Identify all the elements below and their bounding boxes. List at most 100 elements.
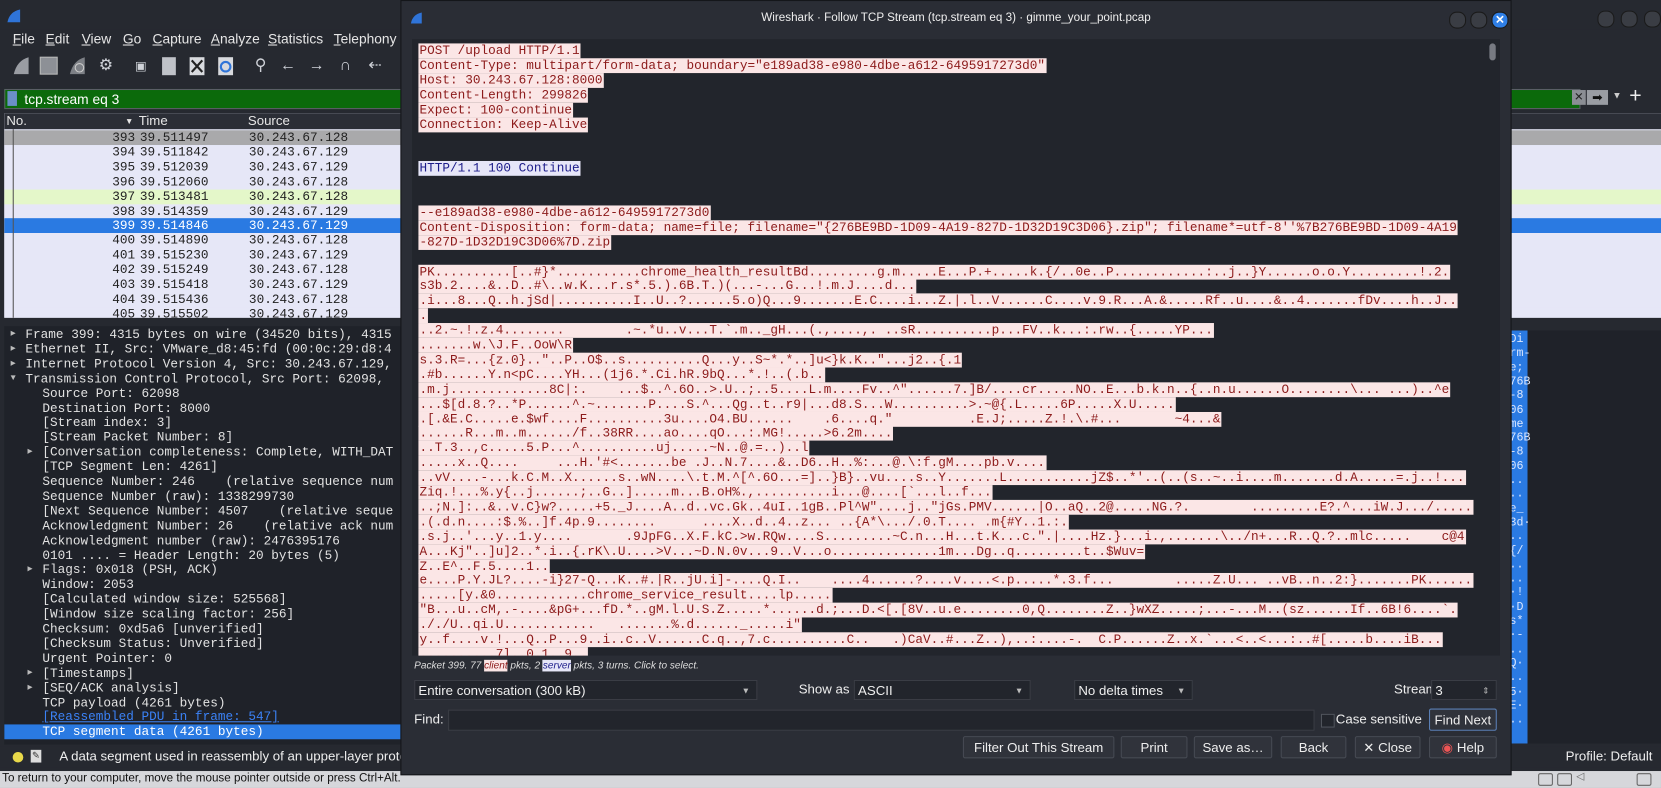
first-packet-icon[interactable]: ⇠: [364, 55, 385, 76]
column-no[interactable]: No.: [6, 113, 27, 129]
find-next-button[interactable]: Find Next: [1428, 708, 1497, 731]
packet-source: 30.243.67.128: [248, 292, 349, 308]
case-sensitive-label[interactable]: Case sensitive: [1336, 712, 1422, 727]
delta-times-select[interactable]: No delta times ▼: [1074, 679, 1193, 701]
expanded-arrow-icon[interactable]: ▼: [11, 371, 16, 386]
menu-statistics[interactable]: Statistics: [268, 31, 323, 47]
bookmark-icon[interactable]: [7, 91, 17, 106]
dialog-titlebar[interactable]: Wireshark · Follow TCP Stream (tcp.strea…: [401, 1, 1510, 37]
filter-history-chevron-icon[interactable]: ▼: [1612, 90, 1621, 101]
menu-analyze[interactable]: Analyze: [211, 31, 260, 47]
close-file-icon[interactable]: [186, 55, 207, 76]
menu-file[interactable]: File: [13, 31, 35, 47]
menu-capture[interactable]: Capture: [153, 31, 202, 47]
add-filter-button-icon[interactable]: +: [1629, 85, 1641, 109]
profile-indicator[interactable]: Profile: Default: [1566, 749, 1653, 764]
find-packet-icon[interactable]: ⚲: [250, 55, 271, 76]
packet-no: 400: [112, 233, 136, 249]
packet-no: 394: [112, 144, 136, 160]
column-time[interactable]: Time: [139, 113, 168, 129]
conversation-select[interactable]: Entire conversation (300 kB) ▼: [414, 679, 758, 701]
main-close-button[interactable]: [1644, 10, 1661, 28]
packet-time: 39.514359: [139, 203, 209, 219]
collapsed-arrow-icon[interactable]: ▶: [11, 342, 16, 357]
collapsed-arrow-icon[interactable]: ▶: [28, 445, 33, 460]
collapsed-arrow-icon[interactable]: ▶: [11, 327, 16, 342]
packet-info-label[interactable]: Packet 399. 77 client pkts, 2 server pkt…: [414, 659, 699, 672]
collapsed-arrow-icon[interactable]: ▶: [28, 666, 33, 681]
stream-text: --e189ad38-e980-4dbe-a612-6495917273d0: [418, 205, 711, 221]
menu-edit[interactable]: Edit: [46, 31, 70, 47]
expert-info-icon[interactable]: [12, 751, 24, 763]
stream-text: ..2.~.!.z.4........ .~.*u..v...T.`.m.._g…: [418, 323, 1214, 338]
column-source[interactable]: Source: [248, 113, 290, 129]
screen: File Edit View Go Capture Analyze Statis…: [0, 0, 1661, 788]
collapsed-arrow-icon[interactable]: ▶: [28, 681, 33, 696]
close-button[interactable]: ✕ Close: [1354, 736, 1421, 759]
filter-out-stream-button[interactable]: Filter Out This Stream: [962, 736, 1115, 759]
stream-number-spinbox[interactable]: 3 ⇕: [1431, 679, 1497, 701]
back-button[interactable]: Back: [1280, 736, 1347, 759]
packet-time: 39.512039: [139, 159, 209, 175]
help-label: Help: [1456, 740, 1485, 756]
stream-content[interactable]: POST /upload HTTP/1.1 Content-Type: multi…: [412, 39, 1500, 656]
stream-text: .: [418, 308, 429, 324]
save-as-button[interactable]: Save as…: [1193, 736, 1273, 759]
packet-info-prefix: Packet 399. 77: [414, 659, 485, 672]
save-file-icon[interactable]: [158, 55, 179, 76]
go-back-icon[interactable]: ←: [278, 55, 299, 76]
show-as-select[interactable]: ASCII ▼: [853, 679, 1031, 701]
reload-file-icon[interactable]: [215, 55, 236, 76]
stream-line-client: Ziq.!...%.y{..j......;..G..].....m...B.o…: [418, 485, 993, 501]
capture-options-icon[interactable]: ⚙: [95, 55, 116, 76]
menu-view[interactable]: View: [82, 31, 112, 47]
menu-telephony[interactable]: Telephony: [334, 31, 397, 47]
case-sensitive-checkbox[interactable]: [1320, 713, 1335, 728]
clear-filter-icon[interactable]: ✕: [1572, 90, 1586, 105]
stream-text: .(.d.n....:$.%..]f.4p.9........ ....X..d…: [418, 514, 1069, 530]
dialog-minimize-button[interactable]: [1449, 11, 1467, 29]
packet-no: 396: [112, 174, 136, 190]
packet-source: 30.243.67.129: [248, 159, 349, 175]
stream-text: .i...8...Q..h.jSd|..........I..U..?.....…: [418, 293, 1458, 309]
main-minimize-button[interactable]: [1597, 10, 1615, 28]
dialog-maximize-button[interactable]: [1470, 11, 1488, 29]
stream-text: HTTP/1.1 100 Continue: [418, 161, 581, 177]
show-as-label: Show as: [798, 682, 850, 697]
sort-chevron-icon: ▼: [124, 116, 134, 127]
stream-line-client: ..T.3..,c.....5.P...^..........uj.....~N…: [418, 440, 810, 457]
stop-capture-icon[interactable]: [38, 55, 59, 76]
help-button[interactable]: ◉ Help: [1428, 736, 1497, 759]
go-forward-icon[interactable]: →: [306, 55, 327, 76]
collapsed-arrow-icon[interactable]: ▶: [11, 357, 16, 372]
main-maximize-button[interactable]: [1620, 10, 1638, 28]
stream-text: ......R...m..m....../f..38RR....ao....qO…: [418, 426, 894, 441]
conversation-value: Entire conversation (300 kB): [418, 683, 586, 698]
stream-scrollbar[interactable]: [1489, 43, 1496, 61]
detail-text: Source Port: 62098: [42, 386, 180, 401]
print-button[interactable]: Print: [1120, 736, 1188, 759]
stream-text: ...$[d.8.?..*P......^.~.......P....S.^..…: [418, 396, 1176, 412]
restart-capture-icon[interactable]: [67, 55, 88, 76]
menu-go[interactable]: Go: [123, 31, 141, 47]
detail-text: Window: 2053: [42, 577, 134, 593]
start-capture-icon[interactable]: [11, 55, 32, 76]
find-input[interactable]: [448, 709, 1315, 731]
capture-comment-icon[interactable]: ✎: [30, 749, 42, 763]
stream-text: PK..........[..#}*...........chrome_heal…: [418, 264, 1451, 280]
dialog-close-icon[interactable]: ✕: [1491, 11, 1509, 29]
stream-text: Content-Disposition: form-data; name=fil…: [418, 220, 1458, 235]
detail-text: Flags: 0x018 (PSH, ACK): [42, 562, 218, 578]
stream-line-client: y..f....v.!...Q..P...9..i..c..V......C.q…: [418, 632, 1443, 648]
spin-arrows-icon[interactable]: ⇕: [1482, 681, 1489, 701]
open-file-icon[interactable]: ▣: [130, 55, 151, 76]
client-label: client: [484, 659, 508, 672]
stream-text: .....[y.&0............chrome_service_res…: [418, 588, 833, 603]
collapsed-arrow-icon[interactable]: ▶: [28, 563, 33, 578]
detail-text: Ethernet II, Src: VMware_d8:45:fd (00:0c…: [25, 341, 392, 357]
server-label: server: [542, 659, 571, 672]
stream-line-client: ..2.~.!.z.4........ .~.*u..v...T.`.m.._g…: [418, 323, 1214, 339]
go-to-packet-icon[interactable]: ∩: [335, 55, 356, 76]
apply-filter-icon[interactable]: ➡: [1586, 90, 1609, 105]
detail-text: [TCP Segment Len: 4261]: [42, 459, 218, 475]
